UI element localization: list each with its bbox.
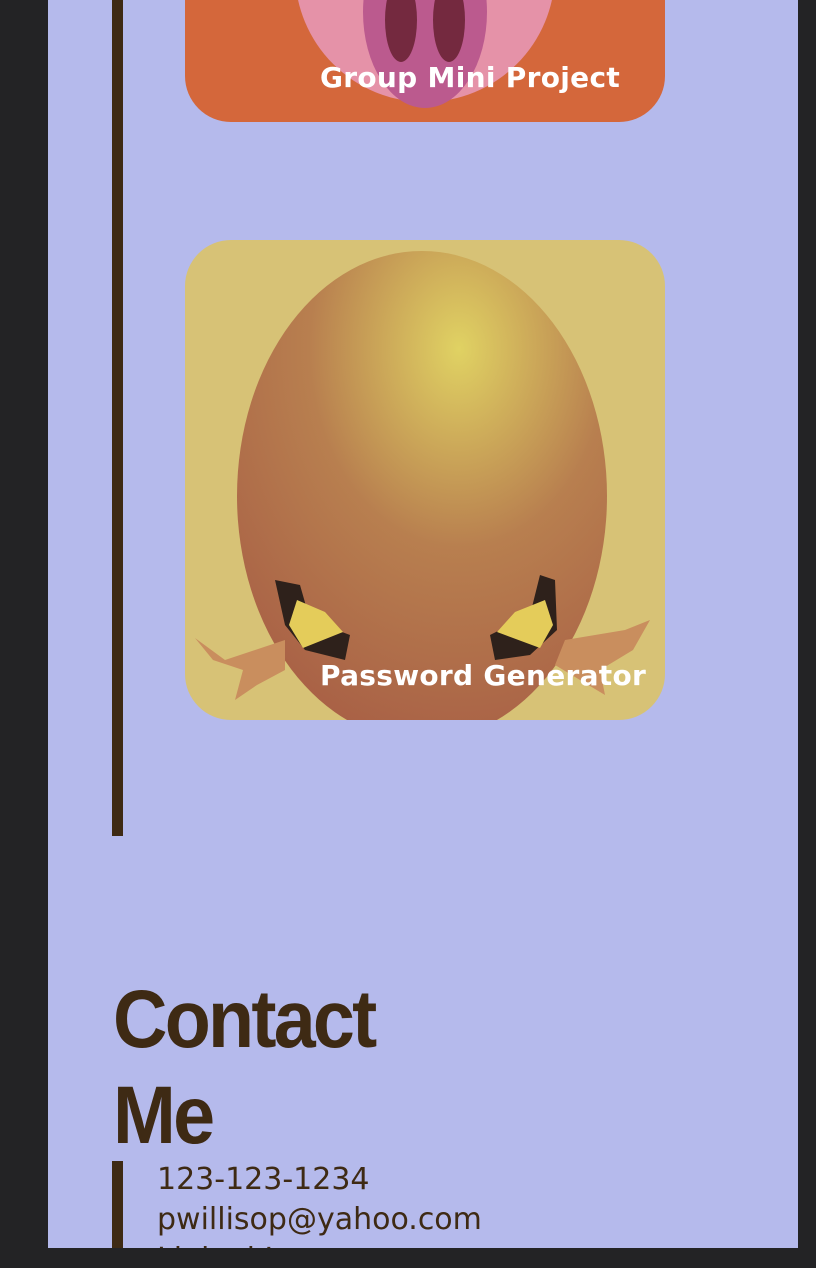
project-title: Group Mini Project <box>320 61 621 94</box>
project-card-group-mini-project[interactable]: Group Mini Project <box>185 0 665 122</box>
portfolio-page: Group Mini Project Password Generator Co… <box>48 0 798 1248</box>
project-title: Password Generator <box>320 659 647 692</box>
section-rail <box>112 0 123 836</box>
cracked-egg-with-chicken-feet-image <box>195 251 650 720</box>
contact-details: 123-123-1234 pwillisop@yahoo.com Linked … <box>157 1160 482 1248</box>
contact-heading: Contact Me <box>113 974 377 1161</box>
contact-rail <box>112 1161 123 1248</box>
linkedin-link[interactable]: Linked In <box>157 1240 482 1248</box>
phone-number: 123-123-1234 <box>157 1162 370 1197</box>
email-address[interactable]: pwillisop@yahoo.com <box>157 1200 482 1240</box>
project-card-password-generator[interactable]: Password Generator <box>185 240 665 720</box>
